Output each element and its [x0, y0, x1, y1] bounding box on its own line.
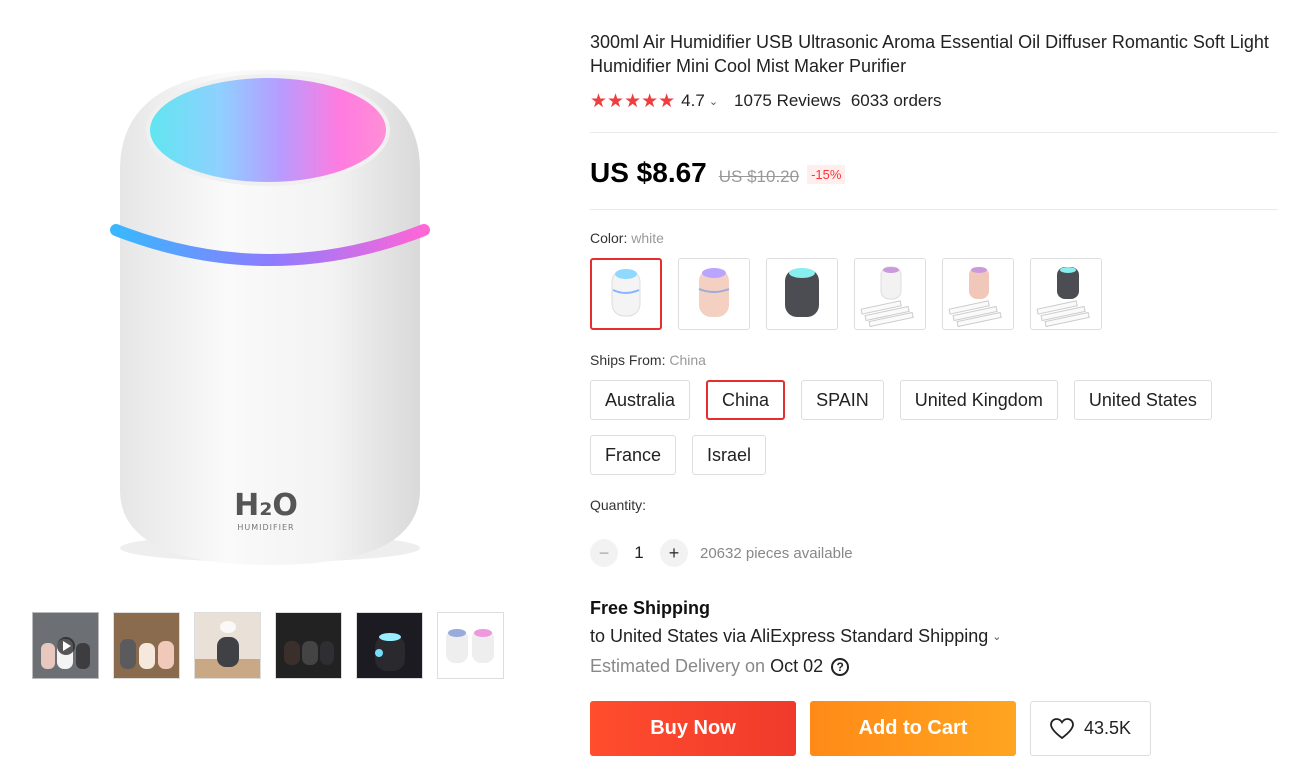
action-buttons: Buy Now Add to Cart 43.5K: [590, 701, 1280, 756]
add-to-cart-button[interactable]: Add to Cart: [810, 701, 1016, 756]
delivery-date: Oct 02: [770, 656, 824, 676]
help-icon[interactable]: ?: [831, 657, 850, 676]
color-label-row: Color: white: [590, 230, 1280, 246]
ships-from-spain[interactable]: SPAIN: [801, 380, 884, 420]
wishlist-count: 43.5K: [1083, 718, 1132, 738]
color-swatch-pink-filters[interactable]: [942, 258, 1014, 330]
thumbnail-4[interactable]: [275, 612, 342, 679]
shipping-title: Free Shipping: [590, 598, 711, 618]
product-info: 300ml Air Humidifier USB Ultrasonic Arom…: [590, 30, 1280, 756]
divider: [590, 209, 1278, 210]
estimated-delivery: Estimated Delivery on Oct 02 ?: [590, 656, 1280, 677]
product-logo-subtext: HUMIDIFIER: [237, 523, 294, 532]
shipping-method[interactable]: to United States via AliExpress Standard…: [590, 626, 1280, 647]
divider: [590, 132, 1278, 133]
rating-row: ★★★★★ 4.7 ⌄ 1075 Reviews 6033 orders: [590, 90, 1280, 112]
price-row: US $8.67 US $10.20 -15%: [590, 157, 1280, 189]
shipping-method-text[interactable]: to United States via AliExpress Standard…: [590, 626, 988, 647]
reviews-link[interactable]: 1075 Reviews: [734, 91, 841, 111]
color-swatch-white[interactable]: [590, 258, 662, 330]
wishlist-button[interactable]: 43.5K: [1030, 701, 1151, 756]
color-label: Color:: [590, 230, 628, 246]
thumbnail-strip: [32, 612, 504, 679]
ships-from-united-kingdom[interactable]: United Kingdom: [899, 380, 1058, 420]
color-swatch-pink[interactable]: [678, 258, 750, 330]
ships-from-label-row: Ships From: China: [590, 352, 1280, 368]
ships-from-australia[interactable]: Australia: [590, 380, 691, 420]
thumbnail-2[interactable]: [113, 612, 180, 679]
thumbnail-video[interactable]: [32, 612, 99, 679]
color-swatch-white-filters[interactable]: [854, 258, 926, 330]
quantity-value[interactable]: 1: [618, 543, 660, 563]
thumbnail-6[interactable]: [437, 612, 504, 679]
orders-count: 6033 orders: [850, 91, 942, 110]
ships-from-label: Ships From:: [590, 352, 666, 368]
quantity-stepper: − 1 + 20632 pieces available: [590, 539, 1280, 567]
ships-from-selected-value: China: [669, 352, 706, 368]
color-selected-value: white: [631, 230, 664, 246]
quantity-decrease-button[interactable]: −: [590, 539, 618, 567]
product-logo-text: H₂O: [234, 488, 298, 523]
color-swatches: [590, 258, 1280, 330]
ships-from-options: Australia China SPAIN United Kingdom Uni…: [590, 380, 1230, 475]
rating-value[interactable]: 4.7: [681, 91, 705, 111]
quantity-label: Quantity:: [590, 497, 647, 513]
current-price: US $8.67: [590, 157, 707, 188]
product-title: 300ml Air Humidifier USB Ultrasonic Arom…: [590, 32, 1269, 76]
color-swatch-dark-gray-filters[interactable]: [1030, 258, 1102, 330]
thumbnail-3[interactable]: [194, 612, 261, 679]
delivery-label: Estimated Delivery on: [590, 656, 766, 676]
discount-badge: -15%: [807, 165, 846, 184]
ships-from-france[interactable]: France: [590, 435, 677, 475]
buy-now-button[interactable]: Buy Now: [590, 701, 796, 756]
quantity-increase-button[interactable]: +: [660, 539, 688, 567]
star-rating-icon: ★★★★★: [590, 90, 676, 112]
chevron-down-icon[interactable]: ⌄: [992, 630, 1001, 643]
heart-icon: [1050, 717, 1074, 739]
ships-from-united-states[interactable]: United States: [1073, 380, 1212, 420]
original-price: US $10.20: [718, 167, 800, 186]
ships-from-israel[interactable]: Israel: [692, 435, 767, 475]
available-stock: 20632 pieces available: [700, 544, 853, 562]
chevron-down-icon[interactable]: ⌄: [709, 95, 718, 108]
ships-from-china[interactable]: China: [706, 380, 786, 420]
thumbnail-5[interactable]: [356, 612, 423, 679]
main-product-image[interactable]: H₂O HUMIDIFIER: [30, 30, 510, 590]
color-swatch-dark-gray[interactable]: [766, 258, 838, 330]
